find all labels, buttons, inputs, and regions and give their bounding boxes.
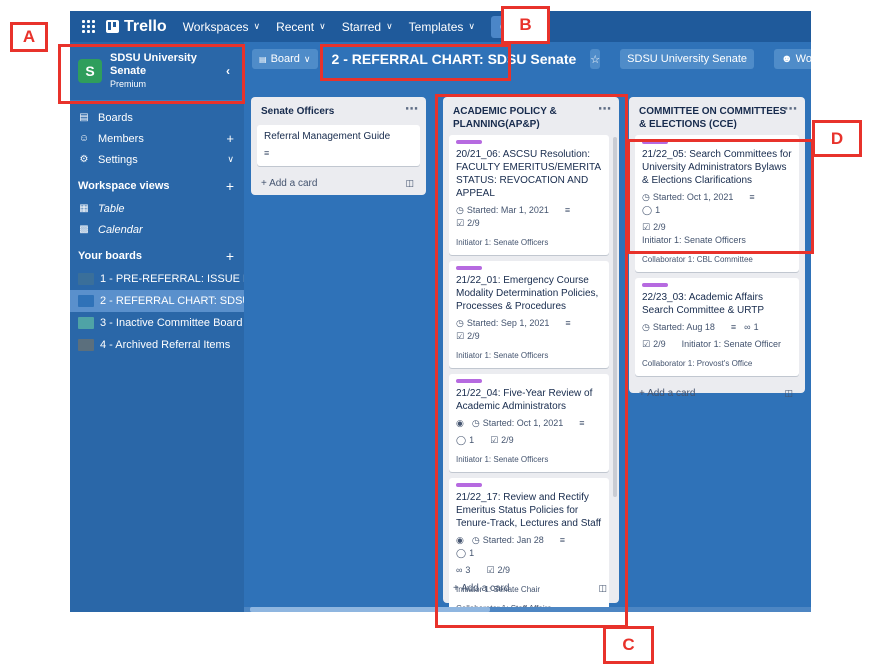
list-senate-officers: Senate Officers ⋯ Referral Management Gu…: [251, 97, 426, 195]
chevron-down-icon: ∨: [253, 21, 261, 31]
sidebar-item-calendar[interactable]: ▩ Calendar: [70, 219, 244, 240]
add-card-button[interactable]: + Add a card ◫: [251, 172, 426, 194]
template-icon[interactable]: ◫: [784, 388, 793, 399]
list-menu-icon[interactable]: ⋯: [784, 102, 797, 115]
star-board-icon[interactable]: ☆: [590, 49, 601, 69]
chevron-down-icon: ∨: [303, 53, 311, 64]
your-boards-header: Your boards +: [78, 248, 234, 264]
add-view-icon[interactable]: +: [226, 178, 234, 194]
chevron-down-icon[interactable]: ∨: [227, 154, 234, 165]
card[interactable]: Referral Management Guide ≡: [257, 125, 420, 166]
board-thumbnail: [78, 273, 94, 285]
annotation-label-a: A: [10, 22, 48, 52]
table-icon: ▦: [79, 203, 89, 214]
description-icon: ≡: [264, 148, 270, 158]
board-thumbnail: [78, 295, 94, 307]
sidebar-board-2[interactable]: 2 - REFERRAL CHART: SDSU ...: [70, 290, 244, 312]
list-title[interactable]: COMMITTEE ON COMMITTEES & ELECTIONS (CCE)…: [629, 97, 805, 135]
add-card-button[interactable]: + Add a card ◫: [629, 382, 805, 404]
workspace-views-header: Workspace views +: [78, 178, 234, 194]
sidebar-item-settings[interactable]: ⚙ Settings ∨: [70, 149, 244, 170]
visibility-icon: ☻: [781, 53, 793, 65]
annotation-label-c: C: [603, 626, 654, 664]
annotation-label-b: B: [501, 6, 550, 44]
annotation-box-a: [58, 44, 245, 104]
annotation-box-d: [627, 139, 814, 254]
list-menu-icon[interactable]: ⋯: [405, 102, 418, 115]
app-switcher-icon[interactable]: [80, 19, 96, 35]
nav-templates[interactable]: Templates ∨: [409, 20, 475, 34]
card[interactable]: 22/23_03: Academic Affairs Search Commit…: [635, 278, 799, 376]
sidebar-item-boards[interactable]: ▤ Boards: [70, 107, 244, 128]
card-label: [642, 283, 668, 287]
add-member-icon[interactable]: +: [226, 131, 234, 146]
calendar-icon: ▩: [79, 224, 89, 235]
board-thumbnail: [78, 317, 94, 329]
template-icon[interactable]: ◫: [405, 178, 414, 189]
trello-logo-icon: [106, 20, 119, 33]
chevron-down-icon: ∨: [468, 21, 475, 31]
board-icon: ▤: [79, 112, 89, 123]
brand-name: Trello: [124, 17, 167, 35]
sidebar-item-members[interactable]: ☺ Members +: [70, 128, 244, 149]
nav-starred[interactable]: Starred ∨: [342, 20, 393, 34]
annotation-box-c: [435, 94, 628, 628]
attachment-icon: ∞: [744, 322, 751, 332]
sidebar-board-4[interactable]: 4 - Archived Referral Items: [70, 334, 244, 356]
nav-recent[interactable]: Recent ∨: [276, 20, 326, 34]
top-navigation-bar: Trello Workspaces ∨ Recent ∨ Starred ∨ Temp…: [70, 11, 811, 42]
nav-workspaces[interactable]: Workspaces ∨: [183, 20, 260, 34]
sidebar-item-table[interactable]: ▦ Table: [70, 198, 244, 219]
chevron-down-icon: ∨: [319, 21, 326, 31]
clock-icon: ◷: [642, 322, 650, 332]
gear-icon: ⚙: [79, 154, 89, 165]
annotation-box-b: [320, 44, 511, 81]
board-thumbnail: [78, 339, 94, 351]
list-title[interactable]: Senate Officers ⋯: [251, 97, 426, 125]
members-icon: ☺: [78, 133, 90, 144]
chevron-down-icon: ∨: [386, 21, 393, 31]
board-view-icon: ▤: [259, 54, 267, 64]
sidebar-board-1[interactable]: 1 - PRE-REFERRAL: ISSUE RE...: [70, 268, 244, 290]
visibility-button[interactable]: ☻ Workspace visible: [774, 49, 811, 69]
add-board-icon[interactable]: +: [226, 248, 234, 264]
board-view-switcher[interactable]: ▤ Board ∨: [252, 49, 318, 69]
trello-logo[interactable]: Trello: [106, 18, 167, 36]
workspace-button[interactable]: SDSU University Senate: [620, 49, 754, 69]
annotation-label-d: D: [812, 120, 862, 157]
checklist-icon: ☑: [642, 339, 651, 349]
sidebar-board-3[interactable]: 3 - Inactive Committee Board: [70, 312, 244, 334]
description-icon: ≡: [730, 322, 737, 332]
workspace-sidebar: S SDSU University Senate Premium ‹ ▤ Boa…: [70, 42, 244, 612]
